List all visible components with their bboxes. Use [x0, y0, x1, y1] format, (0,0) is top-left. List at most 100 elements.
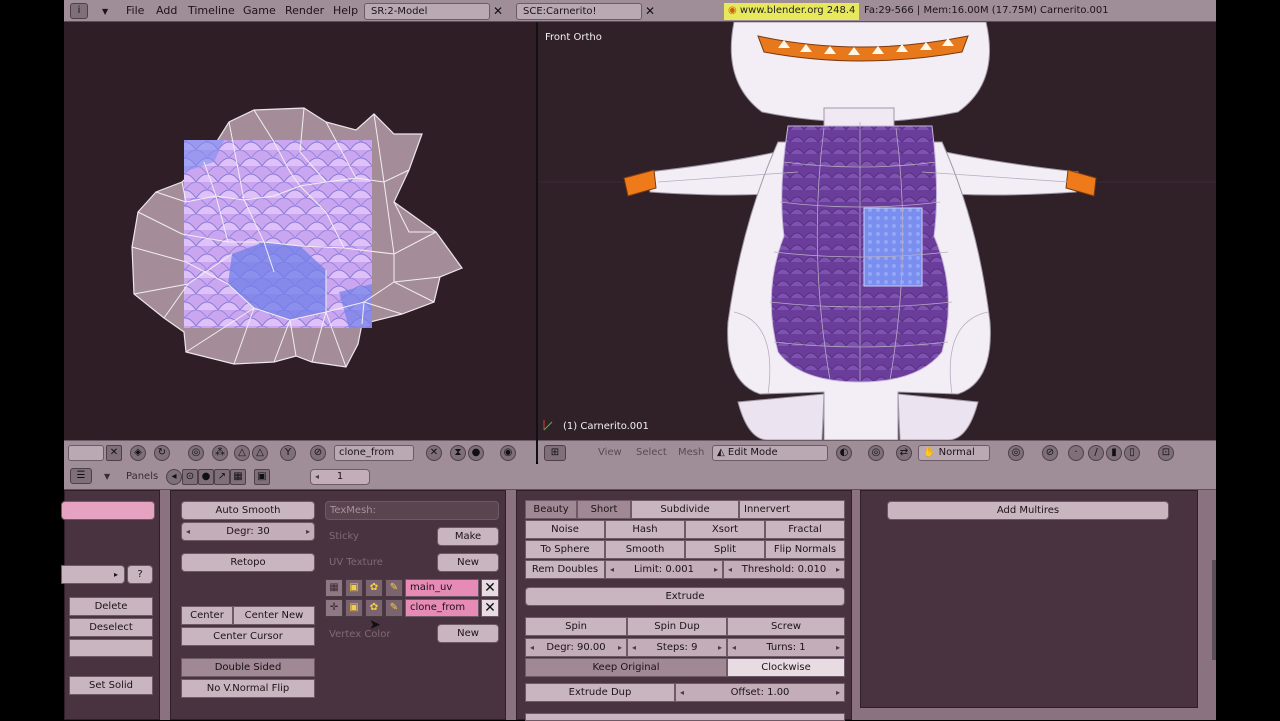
- menu-select[interactable]: Select: [636, 447, 667, 458]
- smooth-button[interactable]: Smooth: [605, 540, 685, 559]
- layer-icon[interactable]: ◎: [1008, 445, 1024, 461]
- record-icon[interactable]: ●: [468, 445, 484, 461]
- noise-button[interactable]: Noise: [525, 520, 605, 539]
- grid-icon[interactable]: ▦: [325, 579, 343, 597]
- menu-file[interactable]: File: [126, 4, 144, 17]
- menu-view[interactable]: View: [598, 447, 622, 458]
- orientation-selector[interactable]: ✋ Normal: [918, 445, 990, 461]
- delete-uv-layer-icon[interactable]: ✕: [481, 579, 499, 597]
- chevron-down-icon[interactable]: ▼: [104, 472, 110, 481]
- image-icon[interactable]: ▣: [345, 579, 363, 597]
- deselect-button[interactable]: Deselect: [69, 618, 153, 637]
- xsort-button[interactable]: Xsort: [685, 520, 765, 539]
- uv-layer-main[interactable]: main_uv: [405, 579, 479, 597]
- spin-button[interactable]: Spin: [525, 617, 627, 636]
- pivot-icon[interactable]: ◎: [868, 445, 884, 461]
- scrollbar[interactable]: [1212, 560, 1216, 660]
- menu-render[interactable]: Render: [285, 4, 324, 17]
- close-scene-icon[interactable]: ✕: [642, 3, 658, 20]
- paint-icon[interactable]: ✎: [385, 599, 403, 617]
- render-icon[interactable]: ⊡: [1158, 445, 1174, 461]
- image-selector[interactable]: clone_from: [334, 445, 414, 461]
- retopo-toggle[interactable]: Retopo: [181, 553, 315, 572]
- render-icon[interactable]: ◉: [500, 445, 516, 461]
- offset-field[interactable]: ◂ Offset: 1.00 ▸: [675, 683, 845, 702]
- lock-icon[interactable]: ⧗: [450, 445, 466, 461]
- face-select-icon[interactable]: △: [234, 445, 250, 461]
- pin-icon[interactable]: ◈: [130, 445, 146, 461]
- flip-normals-button[interactable]: Flip Normals: [765, 540, 845, 559]
- refresh-icon[interactable]: ↻: [154, 445, 170, 461]
- edge-select-icon[interactable]: △: [252, 445, 268, 461]
- center-new-button[interactable]: Center New: [233, 606, 315, 625]
- subdivide-button[interactable]: Subdivide: [631, 500, 739, 519]
- short-toggle[interactable]: Short: [577, 500, 631, 519]
- delete-button[interactable]: Delete: [69, 597, 153, 616]
- info-icon[interactable]: i: [70, 3, 88, 19]
- split-button[interactable]: Split: [685, 540, 765, 559]
- manipulator-icon[interactable]: ⇄: [896, 445, 912, 461]
- set-solid-button[interactable]: Set Solid: [69, 676, 153, 695]
- make-sticky-button[interactable]: Make: [437, 527, 499, 546]
- crosshair-icon[interactable]: ✛: [325, 599, 343, 617]
- vertex-mode-icon[interactable]: ·: [1068, 445, 1084, 461]
- editing-icon[interactable]: ▦: [230, 469, 246, 485]
- script-icon[interactable]: ⊙: [182, 469, 198, 485]
- shading-icon[interactable]: ◐: [836, 445, 852, 461]
- no-vnormal-flip-toggle[interactable]: No V.Normal Flip: [181, 679, 315, 698]
- turns-field[interactable]: ◂ Turns: 1 ▸: [727, 638, 845, 657]
- limit-field[interactable]: ◂ Limit: 0.001 ▸: [605, 560, 723, 579]
- smooth-degree-field[interactable]: ◂ Degr: 30 ▸: [181, 522, 315, 541]
- chevron-down-icon[interactable]: ▼: [102, 7, 108, 16]
- menu-game[interactable]: Game: [243, 4, 276, 17]
- model-canvas[interactable]: [538, 22, 1216, 440]
- center-button[interactable]: Center: [181, 606, 233, 625]
- sticky-select-icon[interactable]: Y: [280, 445, 296, 461]
- extrude-button[interactable]: Extrude: [525, 587, 845, 606]
- menu-help[interactable]: Help: [333, 4, 358, 17]
- keep-original-toggle[interactable]: Keep Original: [525, 658, 727, 677]
- stencil-icon[interactable]: ✿: [365, 579, 383, 597]
- new-vertex-color-button[interactable]: New: [437, 624, 499, 643]
- stencil-icon[interactable]: ✿: [365, 599, 383, 617]
- auto-smooth-toggle[interactable]: Auto Smooth: [181, 501, 315, 520]
- screen-selector[interactable]: SR:2-Model: [364, 3, 490, 20]
- menu-add[interactable]: Add: [156, 4, 177, 17]
- texmesh-field[interactable]: TexMesh:: [325, 501, 499, 520]
- edge-mode-icon[interactable]: /: [1088, 445, 1104, 461]
- image-close-icon[interactable]: ✕: [426, 445, 442, 461]
- editor-type-menu[interactable]: [68, 445, 104, 461]
- add-multires-button[interactable]: Add Multires: [887, 501, 1169, 520]
- proportional-icon[interactable]: ⊘: [1042, 445, 1058, 461]
- empty-button[interactable]: [69, 639, 153, 657]
- image-icon[interactable]: ▣: [345, 599, 363, 617]
- fractal-button[interactable]: Fractal: [765, 520, 845, 539]
- blender-url[interactable]: ◉ www.blender.org 248.4: [724, 3, 860, 20]
- clockwise-toggle[interactable]: Clockwise: [727, 658, 845, 677]
- help-button[interactable]: ?: [127, 565, 153, 584]
- uv-image-editor[interactable]: [64, 22, 536, 440]
- screw-button[interactable]: Screw: [727, 617, 845, 636]
- logic-icon[interactable]: ◂: [166, 469, 182, 485]
- rem-doubles-button[interactable]: Rem Doubles: [525, 560, 605, 579]
- menu-timeline[interactable]: Timeline: [188, 4, 235, 17]
- proportional-icon[interactable]: ⊘: [310, 445, 326, 461]
- threshold-field[interactable]: ◂ Threshold: 0.010 ▸: [723, 560, 845, 579]
- pivot-icon[interactable]: ◎: [188, 445, 204, 461]
- uv-map-canvas[interactable]: [64, 22, 536, 440]
- double-sided-toggle[interactable]: Double Sided: [181, 658, 315, 677]
- occlude-icon[interactable]: ▯: [1124, 445, 1140, 461]
- object-field[interactable]: [61, 501, 155, 520]
- 3d-viewport[interactable]: Front Ortho (1) Carnerito.001: [538, 22, 1216, 440]
- material-selector[interactable]: ▸: [61, 565, 125, 584]
- vertex-select-icon[interactable]: ⁂: [212, 445, 228, 461]
- close-icon[interactable]: ✕: [106, 445, 122, 461]
- center-cursor-button[interactable]: Center Cursor: [181, 627, 315, 646]
- editor-type-icon[interactable]: ☰: [70, 468, 92, 484]
- to-sphere-button[interactable]: To Sphere: [525, 540, 605, 559]
- editor-type-icon[interactable]: ⊞: [544, 445, 566, 461]
- scene-selector[interactable]: SCE:Carnerito!: [516, 3, 642, 20]
- shading-icon[interactable]: ●: [198, 469, 214, 485]
- object-icon[interactable]: ↗: [214, 469, 230, 485]
- mode-selector[interactable]: ◭ Edit Mode: [712, 445, 828, 461]
